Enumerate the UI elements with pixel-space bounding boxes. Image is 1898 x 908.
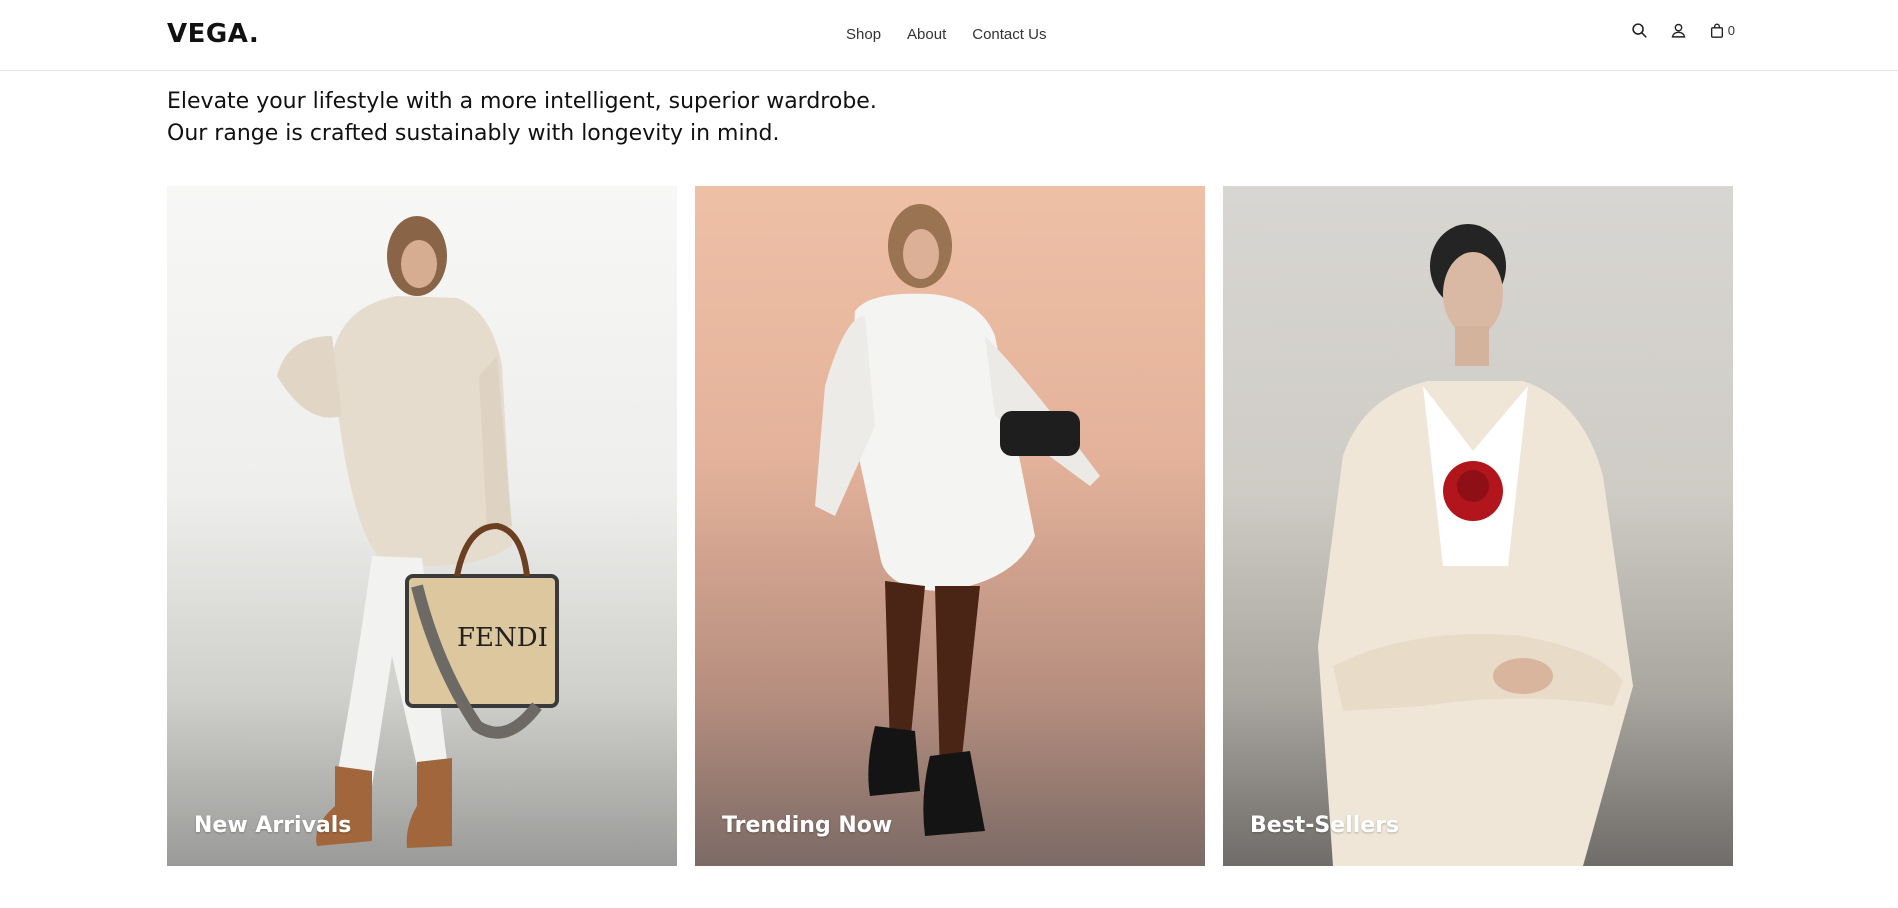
main-nav: Shop About Contact Us xyxy=(846,26,1046,43)
header-actions: 0 xyxy=(1631,22,1735,39)
cart-count: 0 xyxy=(1727,23,1735,38)
model-photo-white-blazer xyxy=(815,204,1100,836)
collection-card-trending-now[interactable]: Trending Now xyxy=(695,186,1205,866)
cart-button[interactable]: 0 xyxy=(1709,22,1735,39)
shopping-bag-icon xyxy=(1709,22,1725,39)
collection-cards: FENDI New Arrivals Trending Now Best-Sel… xyxy=(167,186,1735,866)
collection-label: New Arrivals xyxy=(194,813,352,838)
collection-label: Trending Now xyxy=(722,813,893,838)
user-icon[interactable] xyxy=(1670,22,1687,39)
collection-card-new-arrivals[interactable]: FENDI New Arrivals xyxy=(167,186,677,866)
collection-card-best-sellers[interactable]: Best-Sellers xyxy=(1223,186,1733,866)
search-icon[interactable] xyxy=(1631,22,1648,39)
nav-item-about[interactable]: About xyxy=(907,26,946,43)
nav-item-contact-us[interactable]: Contact Us xyxy=(972,26,1046,43)
svg-text:FENDI: FENDI xyxy=(457,623,548,653)
hero-line-1: Elevate your lifestyle with a more intel… xyxy=(167,89,877,114)
hero-tagline: Elevate your lifestyle with a more intel… xyxy=(167,86,1067,150)
nav-item-shop[interactable]: Shop xyxy=(846,26,881,43)
hero-line-2: Our range is crafted sustainably with lo… xyxy=(167,121,780,146)
brand-logo[interactable]: VEGA. xyxy=(167,19,259,49)
collection-label: Best-Sellers xyxy=(1250,813,1400,838)
model-photo-cream-suit xyxy=(1318,224,1633,866)
site-header: VEGA. Shop About Contact Us 0 xyxy=(0,0,1898,71)
model-photo-fur-coat: FENDI xyxy=(277,216,559,848)
